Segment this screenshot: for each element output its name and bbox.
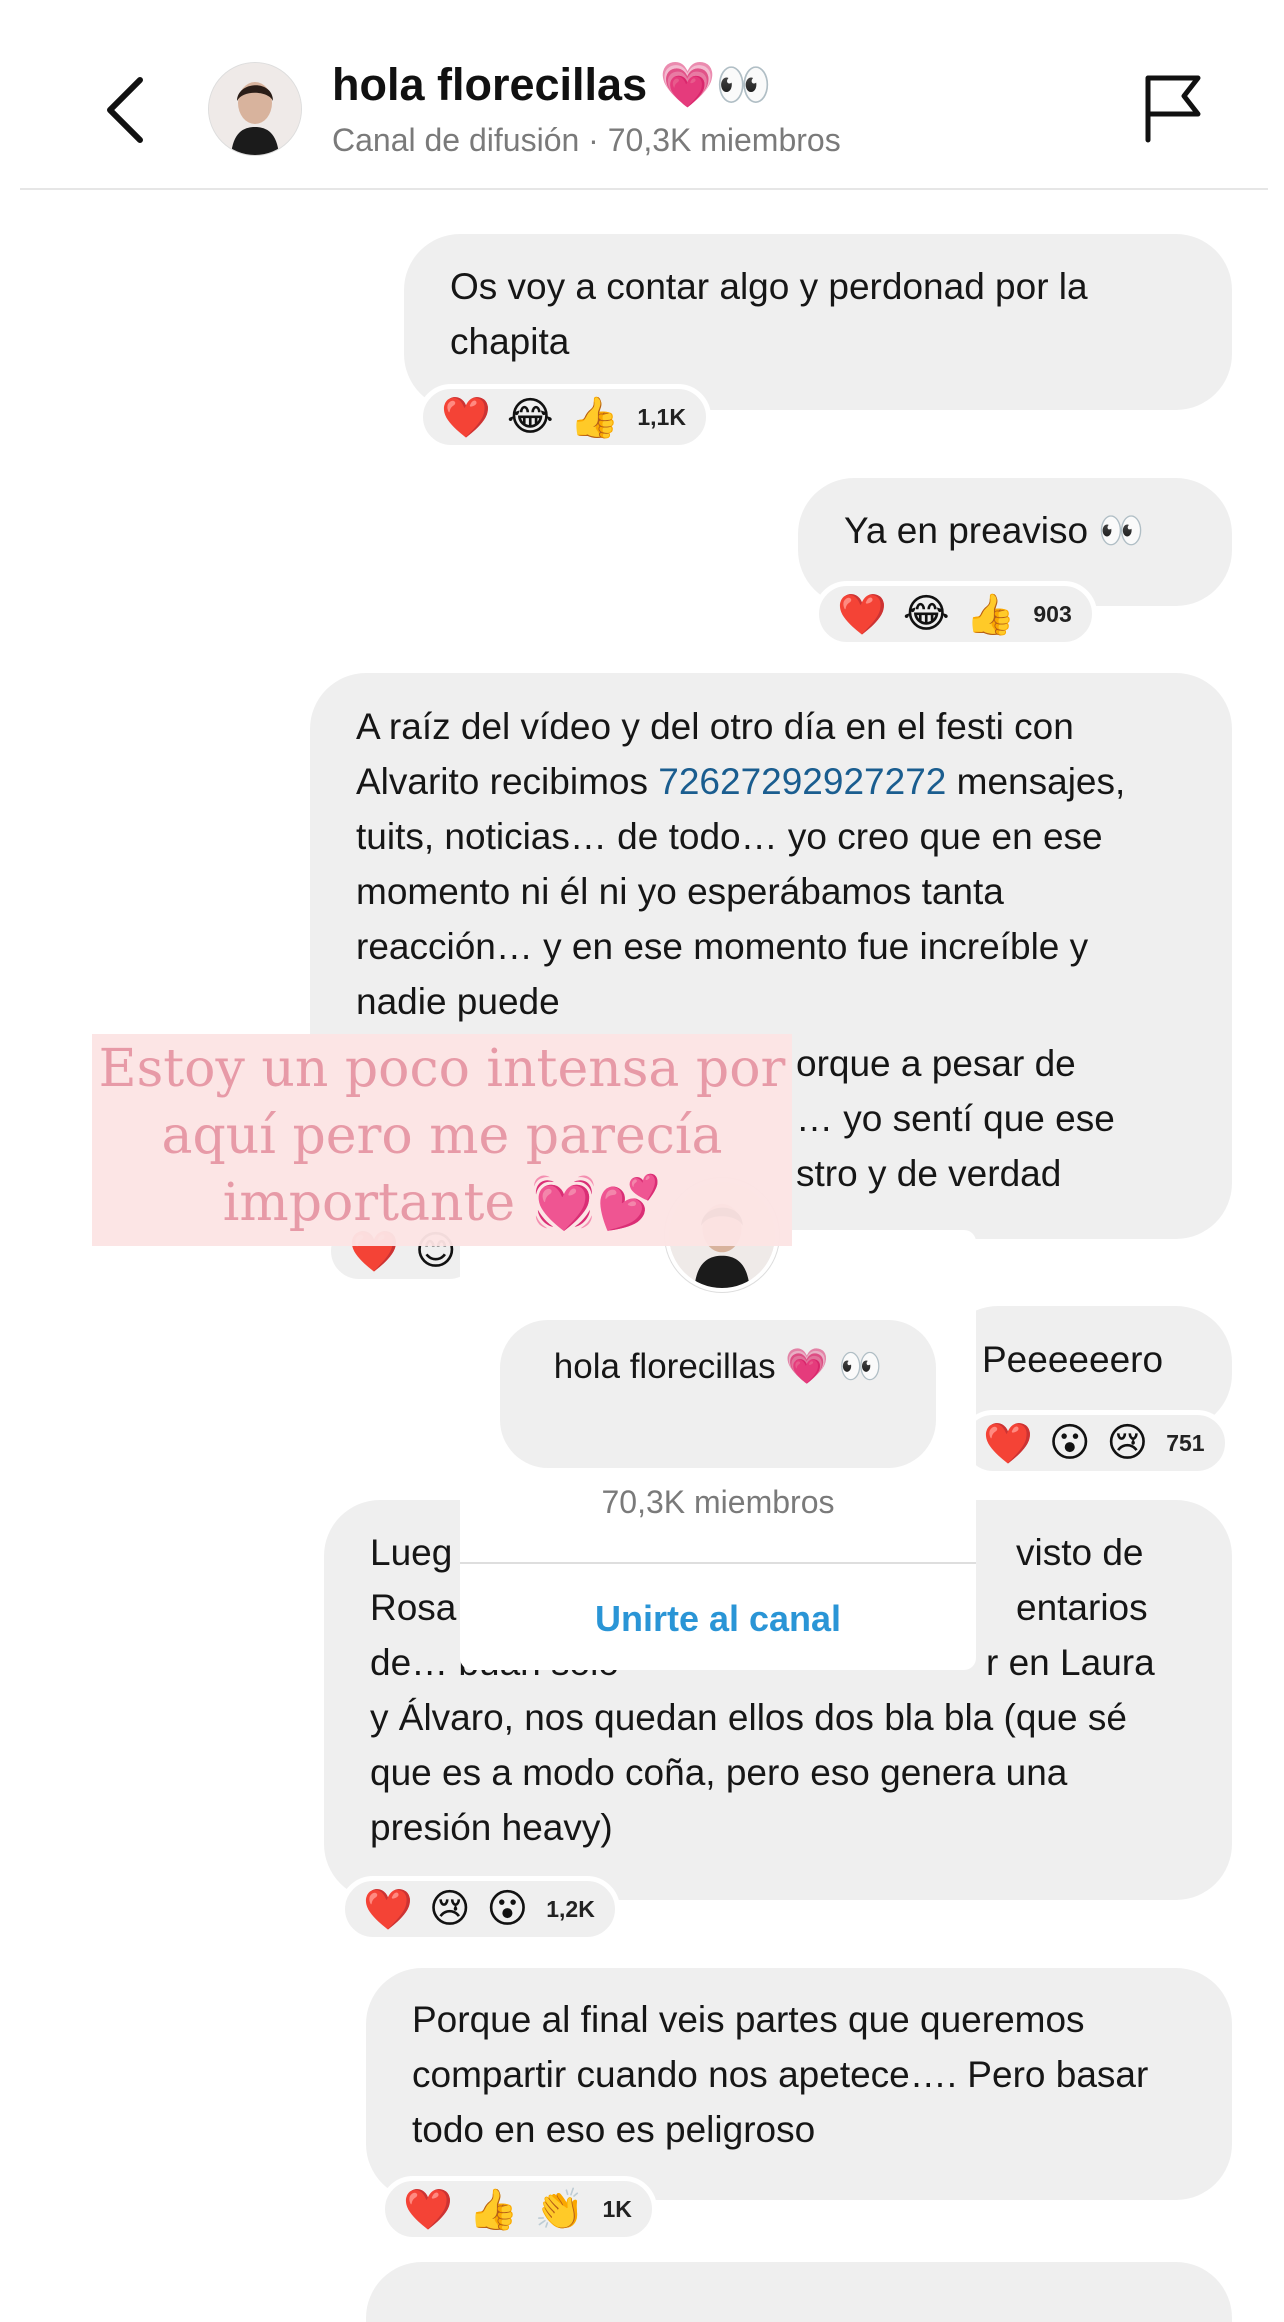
channel-subtitle: Canal de difusión · 70,3K miembros <box>332 122 841 158</box>
message-line-fragment: visto de <box>1016 1532 1144 1573</box>
reaction-thumbs-up: 👍 <box>965 592 1016 637</box>
popup-channel-name: hola florecillas 💗 👀 <box>500 1320 936 1468</box>
channel-avatar[interactable] <box>208 62 302 156</box>
message-bubble[interactable]: Porque al final veis partes que queremos… <box>366 1968 1232 2200</box>
reaction-count: 751 <box>1166 1429 1205 1456</box>
chevron-left-icon <box>107 77 143 143</box>
channel-header: hola florecillas 💗👀 Canal de difusión · … <box>0 0 1284 190</box>
message-bubble-partial <box>366 2262 1232 2322</box>
join-channel-button[interactable]: Unirte al canal <box>460 1598 976 1640</box>
flag-icon <box>1145 75 1201 143</box>
reaction-clap: 👏 <box>534 2187 585 2232</box>
message-line-fragment: stro y de verdad <box>796 1153 1062 1194</box>
reaction-surprised: 😮 <box>1048 1421 1091 1465</box>
message-text: y Álvaro, nos quedan ellos dos bla bla (… <box>370 1697 1127 1848</box>
popup-divider <box>460 1562 976 1564</box>
reaction-laugh: 😂 <box>902 592 950 636</box>
reaction-crying: 😢 <box>428 1887 471 1931</box>
back-button[interactable] <box>96 70 156 150</box>
message-text: Os voy a contar algo y perdonad por la c… <box>450 266 1088 362</box>
message-text: Porque al final veis partes que queremos… <box>412 1999 1149 2150</box>
reaction-count: 1K <box>602 2195 632 2222</box>
story-sticker-text: Estoy un poco intensa por aquí pero me p… <box>98 1039 786 1233</box>
reaction-surprised: 😮 <box>486 1887 529 1931</box>
message-line-fragment: r en Laura <box>986 1642 1155 1683</box>
avatar-portrait <box>209 63 301 155</box>
channel-title: hola florecillas 💗👀 <box>332 59 772 110</box>
reaction-heart: ❤️ <box>983 1421 1033 1466</box>
reaction-count: 1,2K <box>546 1895 595 1922</box>
message-link-number[interactable]: 72627292927272 <box>658 761 946 802</box>
message-text: Peeeeeero <box>982 1339 1164 1380</box>
reaction-count: 903 <box>1033 600 1072 627</box>
reaction-bar[interactable]: ❤️ 😂 👍 1,1K <box>418 384 711 450</box>
message-line-fragment: orque a pesar de <box>796 1043 1076 1084</box>
reaction-thumbs-up: 👍 <box>468 2187 519 2232</box>
reaction-bar[interactable]: ❤️ 😢 😮 1,2K <box>340 1876 620 1942</box>
message-line-fragment: entarios <box>1016 1587 1148 1628</box>
reaction-bar[interactable]: ❤️ 👍 👏 1K <box>380 2176 657 2242</box>
reaction-heart: ❤️ <box>441 395 491 440</box>
popup-member-count: 70,3K miembros <box>601 1484 835 1520</box>
reaction-heart: ❤️ <box>403 2187 453 2232</box>
message-line-fragment: Lueg <box>370 1532 453 1573</box>
reaction-heart: ❤️ <box>837 592 887 637</box>
reaction-count: 1,1K <box>637 403 686 430</box>
message-line-fragment: Rosa <box>370 1587 457 1628</box>
message-text: Ya en preaviso 👀 <box>844 510 1145 551</box>
reaction-laugh: 😂 <box>506 395 554 439</box>
reaction-bar[interactable]: ❤️ 😂 👍 903 <box>814 581 1097 647</box>
reaction-heart: ❤️ <box>363 1887 413 1932</box>
header-divider <box>20 188 1268 190</box>
reaction-crying: 😢 <box>1106 1421 1149 1465</box>
reaction-thumbs-up: 👍 <box>569 395 620 440</box>
reaction-bar[interactable]: ❤️ 😮 😢 751 <box>960 1410 1230 1476</box>
message-line-fragment: … yo sentí que ese <box>796 1098 1115 1139</box>
report-button[interactable] <box>1140 72 1206 144</box>
